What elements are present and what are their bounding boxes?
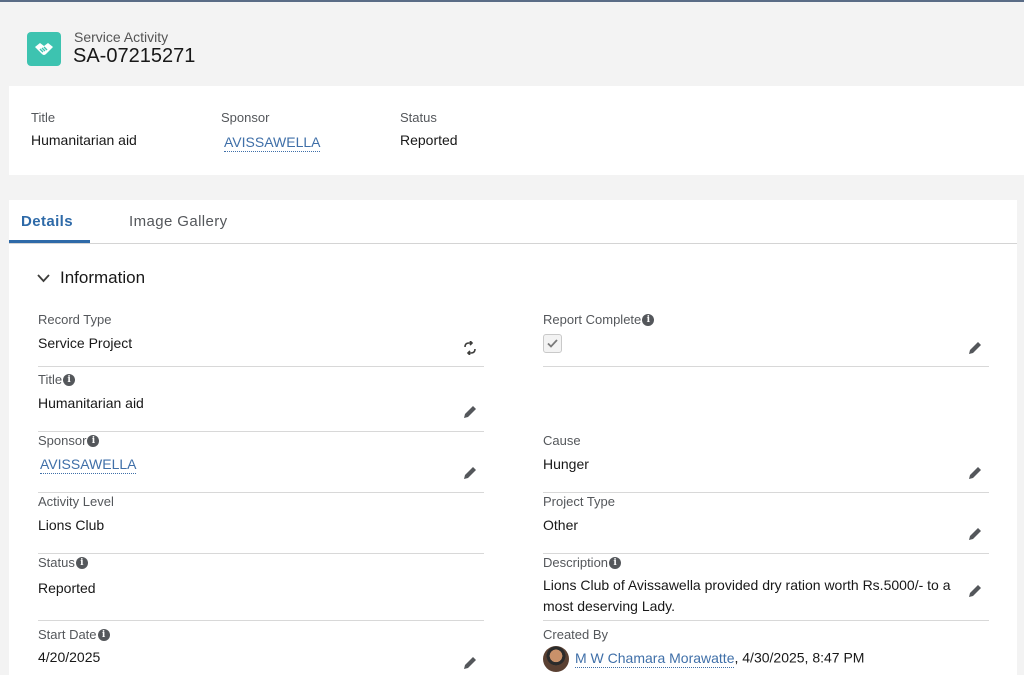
field-label: Created By [543,627,609,642]
field-label: Start Date i [38,627,110,642]
field-project-type: Project Type Other [543,494,989,554]
info-icon[interactable]: i [75,556,88,569]
pencil-icon[interactable] [462,404,478,420]
highlight-title-label: Title [31,110,56,125]
section-title: Information [60,268,146,287]
highlight-status-value: Reported [400,132,458,148]
active-tab-indicator [9,240,90,243]
info-icon[interactable]: i [642,313,655,326]
highlight-sponsor-label: Sponsor [221,110,270,125]
field-record-type: Record Type Service Project [38,312,484,367]
tab-bar: Details Image Gallery [9,200,1017,244]
field-label: Sponsor i [38,433,100,448]
field-label: Title i [38,372,76,387]
tab-image-gallery[interactable]: Image Gallery [129,213,228,230]
tab-details[interactable]: Details [21,213,73,230]
field-cause: Cause Hunger [543,433,989,493]
field-description: Description i Lions Club of Avissawella p… [543,555,989,621]
highlights-panel: Title Humanitarian aid Sponsor AVISSAWEL… [9,86,1024,175]
field-status: Status i Reported [38,555,484,621]
record-header: Service Activity SA-07215271 [0,2,1024,84]
highlight-status-label: Status [400,110,437,125]
field-label: Record Type [38,312,112,327]
sponsor-link[interactable]: AVISSAWELLA [40,454,137,475]
chevron-down-icon [37,273,50,282]
created-by-user-link[interactable]: M W Chamara Morawatte [575,649,735,668]
field-label: Activity Level [38,494,114,509]
field-label: Description i [543,555,622,570]
field-label: Project Type [543,494,616,509]
info-icon[interactable]: i [97,628,110,641]
highlight-sponsor-link[interactable]: AVISSAWELLA [224,134,321,152]
field-value: Reported [38,580,96,596]
avatar[interactable] [543,646,569,672]
change-record-type-icon[interactable] [462,340,478,356]
field-label: Status i [38,555,88,570]
record-name: SA-07215271 [73,45,196,67]
created-timestamp: , 4/30/2025, 8:47 PM [734,649,865,666]
field-activity-level: Activity Level Lions Club [38,494,484,554]
pencil-icon[interactable] [462,655,478,671]
field-value: Hunger [543,456,589,472]
highlight-title-value: Humanitarian aid [31,132,137,148]
info-icon[interactable]: i [87,434,100,447]
field-sponsor: Sponsor i AVISSAWELLA [38,433,484,493]
field-value: 4/20/2025 [38,649,101,665]
pencil-icon[interactable] [967,526,983,542]
detail-card: Details Image Gallery Information Record… [9,200,1017,675]
handshake-icon [27,32,61,66]
pencil-icon[interactable] [967,340,983,356]
report-complete-checkbox [543,334,562,353]
object-label: Service Activity [74,29,169,45]
field-title: Title i Humanitarian aid [38,372,484,432]
field-value: Other [543,517,579,533]
pencil-icon[interactable] [462,465,478,481]
field-value: M W Chamara Morawatte, 4/30/2025, 8:47 P… [543,646,864,672]
info-icon[interactable]: i [609,556,622,569]
field-created-by: Created By M W Chamara Morawatte, 4/30/2… [543,627,989,675]
pencil-icon[interactable] [967,465,983,481]
checkmark-icon [547,339,558,348]
field-start-date: Start Date i 4/20/2025 [38,627,484,675]
field-label: Report Complete i [543,312,655,327]
field-value: Humanitarian aid [38,395,144,411]
section-toggle-information[interactable]: Information [37,268,145,288]
field-label: Cause [543,433,581,448]
field-report-complete: Report Complete i [543,312,989,367]
field-value: Lions Club [38,517,105,533]
field-value: Service Project [38,335,133,351]
info-icon[interactable]: i [63,373,76,386]
field-value: Lions Club of Avissawella provided dry r… [543,577,951,614]
pencil-icon[interactable] [967,583,983,599]
